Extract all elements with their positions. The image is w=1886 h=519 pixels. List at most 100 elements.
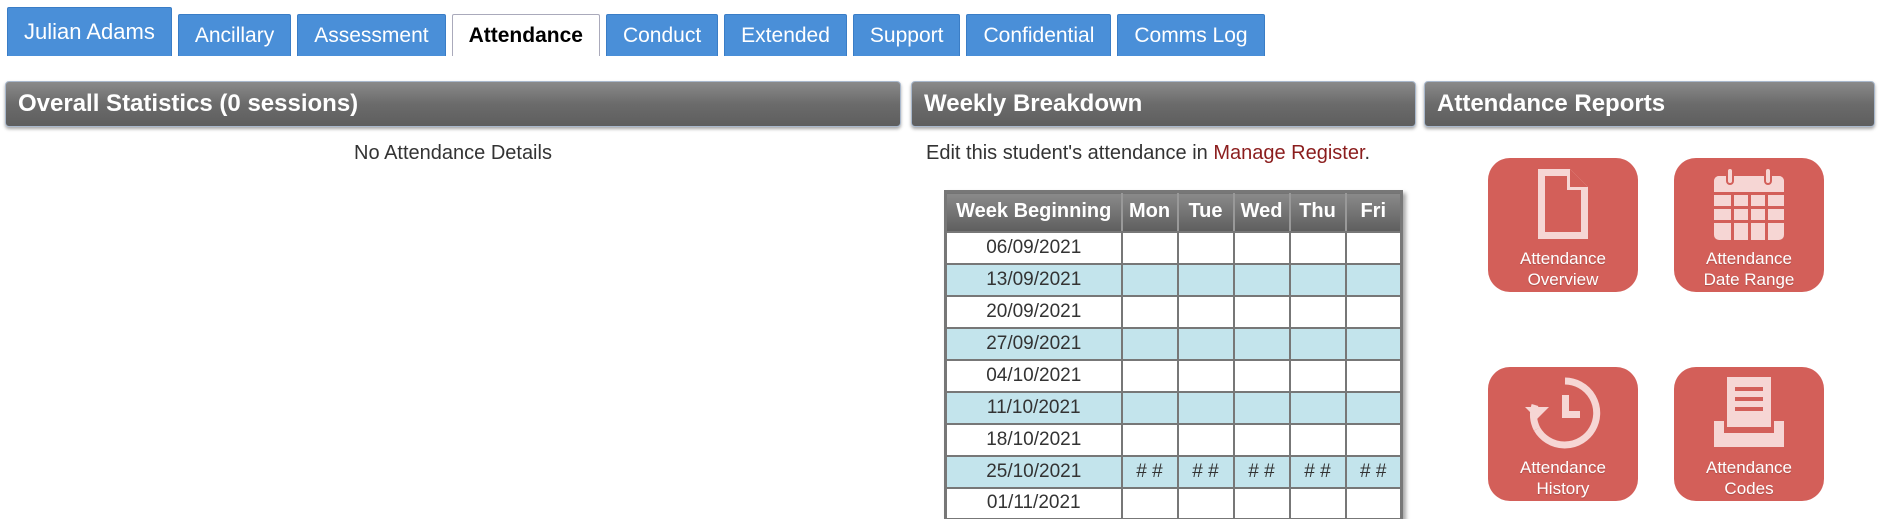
table-row: 01/11/2021 <box>944 486 1403 519</box>
day-mark-cell: # # <box>1120 454 1179 489</box>
day-mark-cell <box>1232 358 1291 393</box>
week-beginning-cell: 18/10/2021 <box>944 422 1123 457</box>
day-mark-cell <box>1120 230 1179 265</box>
attendance-reports-header: Attendance Reports <box>1424 81 1875 127</box>
day-mark-cell <box>1288 262 1347 297</box>
day-mark-cell: # # <box>1288 454 1347 489</box>
column-header: Tue <box>1176 190 1235 233</box>
manage-register-link[interactable]: Manage Register <box>1213 142 1364 164</box>
day-mark-cell <box>1288 390 1347 425</box>
day-mark-cell <box>1232 262 1291 297</box>
tab-support[interactable]: Support <box>852 14 961 56</box>
day-mark-cell <box>1120 294 1179 329</box>
column-header: Fri <box>1344 190 1403 233</box>
day-mark-cell <box>1288 230 1347 265</box>
day-mark-cell <box>1120 486 1179 519</box>
tile-label: Attendance Overview <box>1519 249 1606 289</box>
column-header: Thu <box>1288 190 1347 233</box>
weekly-attendance-table: Week Beginning Mon Tue Wed Thu Fri 06/09… <box>944 190 1403 519</box>
day-mark-cell <box>1344 486 1403 519</box>
day-mark-cell <box>1344 422 1403 457</box>
week-beginning-cell: 27/09/2021 <box>944 326 1123 361</box>
day-mark-cell <box>1344 262 1403 297</box>
edit-note-prefix: Edit this student's attendance in <box>926 142 1214 164</box>
tile-label: Attendance Codes <box>1705 458 1792 498</box>
day-mark-cell <box>1176 262 1235 297</box>
day-mark-cell <box>1120 358 1179 393</box>
weekly-breakdown-header: Weekly Breakdown <box>911 81 1416 127</box>
day-mark-cell <box>1232 230 1291 265</box>
inbox-tray-icon <box>1714 377 1784 447</box>
table-row: 18/10/2021 <box>944 422 1403 457</box>
document-icon <box>1538 169 1588 239</box>
table-row: 20/09/2021 <box>944 294 1403 329</box>
table-row: 11/10/2021 <box>944 390 1403 425</box>
column-header: Mon <box>1120 190 1179 233</box>
column-header: Wed <box>1232 190 1291 233</box>
calendar-icon <box>1714 167 1784 240</box>
table-row: 13/09/2021 <box>944 262 1403 297</box>
day-mark-cell <box>1120 326 1179 361</box>
student-tabs: Julian Adams Ancillary Assessment Attend… <box>7 7 1271 56</box>
day-mark-cell <box>1344 358 1403 393</box>
tile-label: Attendance History <box>1519 458 1606 498</box>
table-row: 06/09/2021 <box>944 230 1403 265</box>
day-mark-cell <box>1288 422 1347 457</box>
edit-attendance-note: Edit this student's attendance in Manage… <box>926 142 1370 165</box>
tab-conduct[interactable]: Conduct <box>605 14 719 56</box>
day-mark-cell <box>1344 294 1403 329</box>
tile-label: Attendance Date Range <box>1703 249 1795 289</box>
day-mark-cell <box>1176 294 1235 329</box>
edit-note-suffix: . <box>1364 142 1371 164</box>
day-mark-cell <box>1232 390 1291 425</box>
column-header: Week Beginning <box>944 190 1123 233</box>
tab-assessment[interactable]: Assessment <box>297 14 446 56</box>
day-mark-cell <box>1176 422 1235 457</box>
day-mark-cell <box>1232 294 1291 329</box>
day-mark-cell <box>1344 390 1403 425</box>
day-mark-cell <box>1120 422 1179 457</box>
week-beginning-cell: 20/09/2021 <box>944 294 1123 329</box>
overall-statistics-header: Overall Statistics (0 sessions) <box>5 81 901 127</box>
no-attendance-message: No Attendance Details <box>354 142 552 164</box>
day-mark-cell <box>1176 326 1235 361</box>
day-mark-cell <box>1176 390 1235 425</box>
day-mark-cell <box>1288 358 1347 393</box>
day-mark-cell <box>1176 358 1235 393</box>
tab-attendance[interactable]: Attendance <box>451 14 600 56</box>
tab-confidential[interactable]: Confidential <box>966 14 1112 56</box>
tab-comms-log[interactable]: Comms Log <box>1117 14 1265 56</box>
day-mark-cell <box>1120 390 1179 425</box>
day-mark-cell <box>1120 262 1179 297</box>
attendance-codes-button[interactable]: Attendance Codes <box>1674 367 1824 501</box>
day-mark-cell: # # <box>1232 454 1291 489</box>
day-mark-cell <box>1176 230 1235 265</box>
tab-ancillary[interactable]: Ancillary <box>177 14 292 56</box>
day-mark-cell <box>1344 230 1403 265</box>
day-mark-cell <box>1232 326 1291 361</box>
attendance-date-range-button[interactable]: Attendance Date Range <box>1674 158 1824 292</box>
week-beginning-cell: 13/09/2021 <box>944 262 1123 297</box>
tab-extended[interactable]: Extended <box>724 14 847 56</box>
day-mark-cell: # # <box>1344 454 1403 489</box>
day-mark-cell <box>1232 422 1291 457</box>
day-mark-cell <box>1176 486 1235 519</box>
attendance-overview-button[interactable]: Attendance Overview <box>1488 158 1638 292</box>
week-beginning-cell: 11/10/2021 <box>944 390 1123 425</box>
table-row: 27/09/2021 <box>944 326 1403 361</box>
day-mark-cell <box>1288 486 1347 519</box>
week-beginning-cell: 01/11/2021 <box>944 486 1123 519</box>
tab-student-name[interactable]: Julian Adams <box>7 7 172 56</box>
day-mark-cell <box>1288 294 1347 329</box>
attendance-history-button[interactable]: Attendance History <box>1488 367 1638 501</box>
history-icon <box>1525 377 1601 449</box>
week-beginning-cell: 25/10/2021 <box>944 454 1123 489</box>
week-beginning-cell: 04/10/2021 <box>944 358 1123 393</box>
day-mark-cell <box>1288 326 1347 361</box>
table-row: 04/10/2021 <box>944 358 1403 393</box>
day-mark-cell <box>1232 486 1291 519</box>
table-row: 25/10/2021 # # # # # # # # # # <box>944 454 1403 489</box>
week-beginning-cell: 06/09/2021 <box>944 230 1123 265</box>
table-header-row: Week Beginning Mon Tue Wed Thu Fri <box>944 190 1403 233</box>
day-mark-cell <box>1344 326 1403 361</box>
